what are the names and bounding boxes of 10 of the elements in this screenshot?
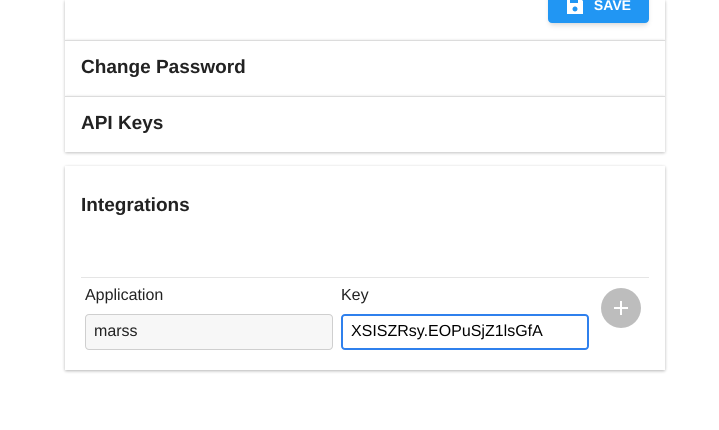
column-label: Application (85, 286, 164, 306)
section-title: Integrations (81, 194, 191, 218)
panel-title: Change Password (81, 56, 246, 80)
collapsible-panel[interactable]: Change Password (65, 40, 665, 96)
column-label: Key (341, 286, 370, 306)
input-field[interactable]: marss (85, 314, 333, 350)
plus-icon (612, 298, 630, 316)
collapsible-panel[interactable]: API Keys (65, 96, 665, 152)
input-field[interactable]: XSISZRsy.EOPuSjZ1lsGfA (341, 314, 589, 350)
panel-title: API Keys (81, 112, 164, 136)
